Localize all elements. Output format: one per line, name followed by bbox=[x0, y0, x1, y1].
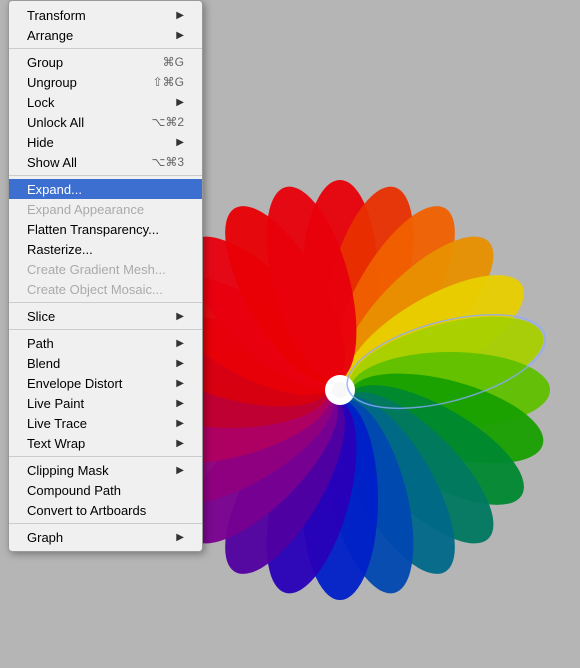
menu-item-group[interactable]: Group ⌘G bbox=[9, 52, 202, 72]
menu-item-text-wrap[interactable]: Text Wrap ▶ bbox=[9, 433, 202, 453]
menu-item-blend[interactable]: Blend ▶ bbox=[9, 353, 202, 373]
menu-item-label: Blend bbox=[27, 356, 60, 371]
menu-item-live-trace[interactable]: Live Trace ▶ bbox=[9, 413, 202, 433]
menu-item-label: Clipping Mask bbox=[27, 463, 109, 478]
submenu-arrow-icon: ▶ bbox=[176, 311, 184, 322]
menu-item-label: Live Paint bbox=[27, 396, 84, 411]
submenu-arrow-icon: ▶ bbox=[176, 378, 184, 389]
menu-item-shortcut: ⌥⌘3 bbox=[151, 155, 184, 169]
menu-item-label: Hide bbox=[27, 135, 54, 150]
menu-item-transform[interactable]: Transform ▶ bbox=[9, 5, 202, 25]
menu-item-ungroup[interactable]: Ungroup ⇧⌘G bbox=[9, 72, 202, 92]
menu-item-label: Arrange bbox=[27, 28, 73, 43]
menu-item-label: Live Trace bbox=[27, 416, 87, 431]
menu-item-flatten-transparency[interactable]: Flatten Transparency... bbox=[9, 219, 202, 239]
menu-item-clipping-mask[interactable]: Clipping Mask ▶ bbox=[9, 460, 202, 480]
menu-item-shortcut: ⇧⌘G bbox=[153, 75, 184, 89]
menu-item-shortcut: ⌘G bbox=[163, 55, 184, 69]
menu-item-path[interactable]: Path ▶ bbox=[9, 333, 202, 353]
menu-item-label: Expand Appearance bbox=[27, 202, 144, 217]
submenu-arrow-icon: ▶ bbox=[176, 137, 184, 148]
menu-item-shortcut: ⌥⌘2 bbox=[151, 115, 184, 129]
menu-item-label: Path bbox=[27, 336, 54, 351]
submenu-arrow-icon: ▶ bbox=[176, 97, 184, 108]
menu-item-label: Transform bbox=[27, 8, 86, 23]
menu-item-expand-appearance: Expand Appearance bbox=[9, 199, 202, 219]
menu-item-label: Slice bbox=[27, 309, 55, 324]
menu-item-create-object-mosaic: Create Object Mosaic... bbox=[9, 279, 202, 299]
menu-separator bbox=[9, 48, 202, 49]
menu-item-label: Convert to Artboards bbox=[27, 503, 146, 518]
menu-item-label: Group bbox=[27, 55, 63, 70]
menu-item-convert-to-artboards[interactable]: Convert to Artboards bbox=[9, 500, 202, 520]
menu-separator bbox=[9, 523, 202, 524]
context-menu: Transform ▶ Arrange ▶ Group ⌘G Ungroup ⇧⌘G Lock ▶… bbox=[8, 0, 203, 552]
menu-item-lock[interactable]: Lock ▶ bbox=[9, 92, 202, 112]
menu-item-label: Lock bbox=[27, 95, 54, 110]
menu-item-hide[interactable]: Hide ▶ bbox=[9, 132, 202, 152]
menu-item-label: Text Wrap bbox=[27, 436, 85, 451]
menu-separator bbox=[9, 175, 202, 176]
menu-item-label: Expand... bbox=[27, 182, 82, 197]
submenu-arrow-icon: ▶ bbox=[176, 532, 184, 543]
menu-item-compound-path[interactable]: Compound Path bbox=[9, 480, 202, 500]
menu-item-unlock-all[interactable]: Unlock All ⌥⌘2 bbox=[9, 112, 202, 132]
menu-separator bbox=[9, 456, 202, 457]
menu-item-label: Show All bbox=[27, 155, 77, 170]
submenu-arrow-icon: ▶ bbox=[176, 438, 184, 449]
menu-item-envelope-distort[interactable]: Envelope Distort ▶ bbox=[9, 373, 202, 393]
submenu-arrow-icon: ▶ bbox=[176, 358, 184, 369]
submenu-arrow-icon: ▶ bbox=[176, 30, 184, 41]
menu-item-label: Flatten Transparency... bbox=[27, 222, 159, 237]
menu-item-label: Graph bbox=[27, 530, 63, 545]
menu-item-arrange[interactable]: Arrange ▶ bbox=[9, 25, 202, 45]
submenu-arrow-icon: ▶ bbox=[176, 418, 184, 429]
menu-item-create-gradient-mesh: Create Gradient Mesh... bbox=[9, 259, 202, 279]
menu-item-label: Compound Path bbox=[27, 483, 121, 498]
menu-separator bbox=[9, 329, 202, 330]
submenu-arrow-icon: ▶ bbox=[176, 10, 184, 21]
menu-item-label: Envelope Distort bbox=[27, 376, 122, 391]
submenu-arrow-icon: ▶ bbox=[176, 338, 184, 349]
submenu-arrow-icon: ▶ bbox=[176, 398, 184, 409]
menu-item-label: Unlock All bbox=[27, 115, 84, 130]
menu-item-slice[interactable]: Slice ▶ bbox=[9, 306, 202, 326]
menu-item-label: Ungroup bbox=[27, 75, 77, 90]
menu-item-show-all[interactable]: Show All ⌥⌘3 bbox=[9, 152, 202, 172]
menu-item-graph[interactable]: Graph ▶ bbox=[9, 527, 202, 547]
menu-separator bbox=[9, 302, 202, 303]
menu-item-live-paint[interactable]: Live Paint ▶ bbox=[9, 393, 202, 413]
menu-item-rasterize[interactable]: Rasterize... bbox=[9, 239, 202, 259]
menu-item-expand[interactable]: Expand... bbox=[9, 179, 202, 199]
menu-item-label: Rasterize... bbox=[27, 242, 93, 257]
menu-item-label: Create Gradient Mesh... bbox=[27, 262, 166, 277]
submenu-arrow-icon: ▶ bbox=[176, 465, 184, 476]
menu-item-label: Create Object Mosaic... bbox=[27, 282, 163, 297]
